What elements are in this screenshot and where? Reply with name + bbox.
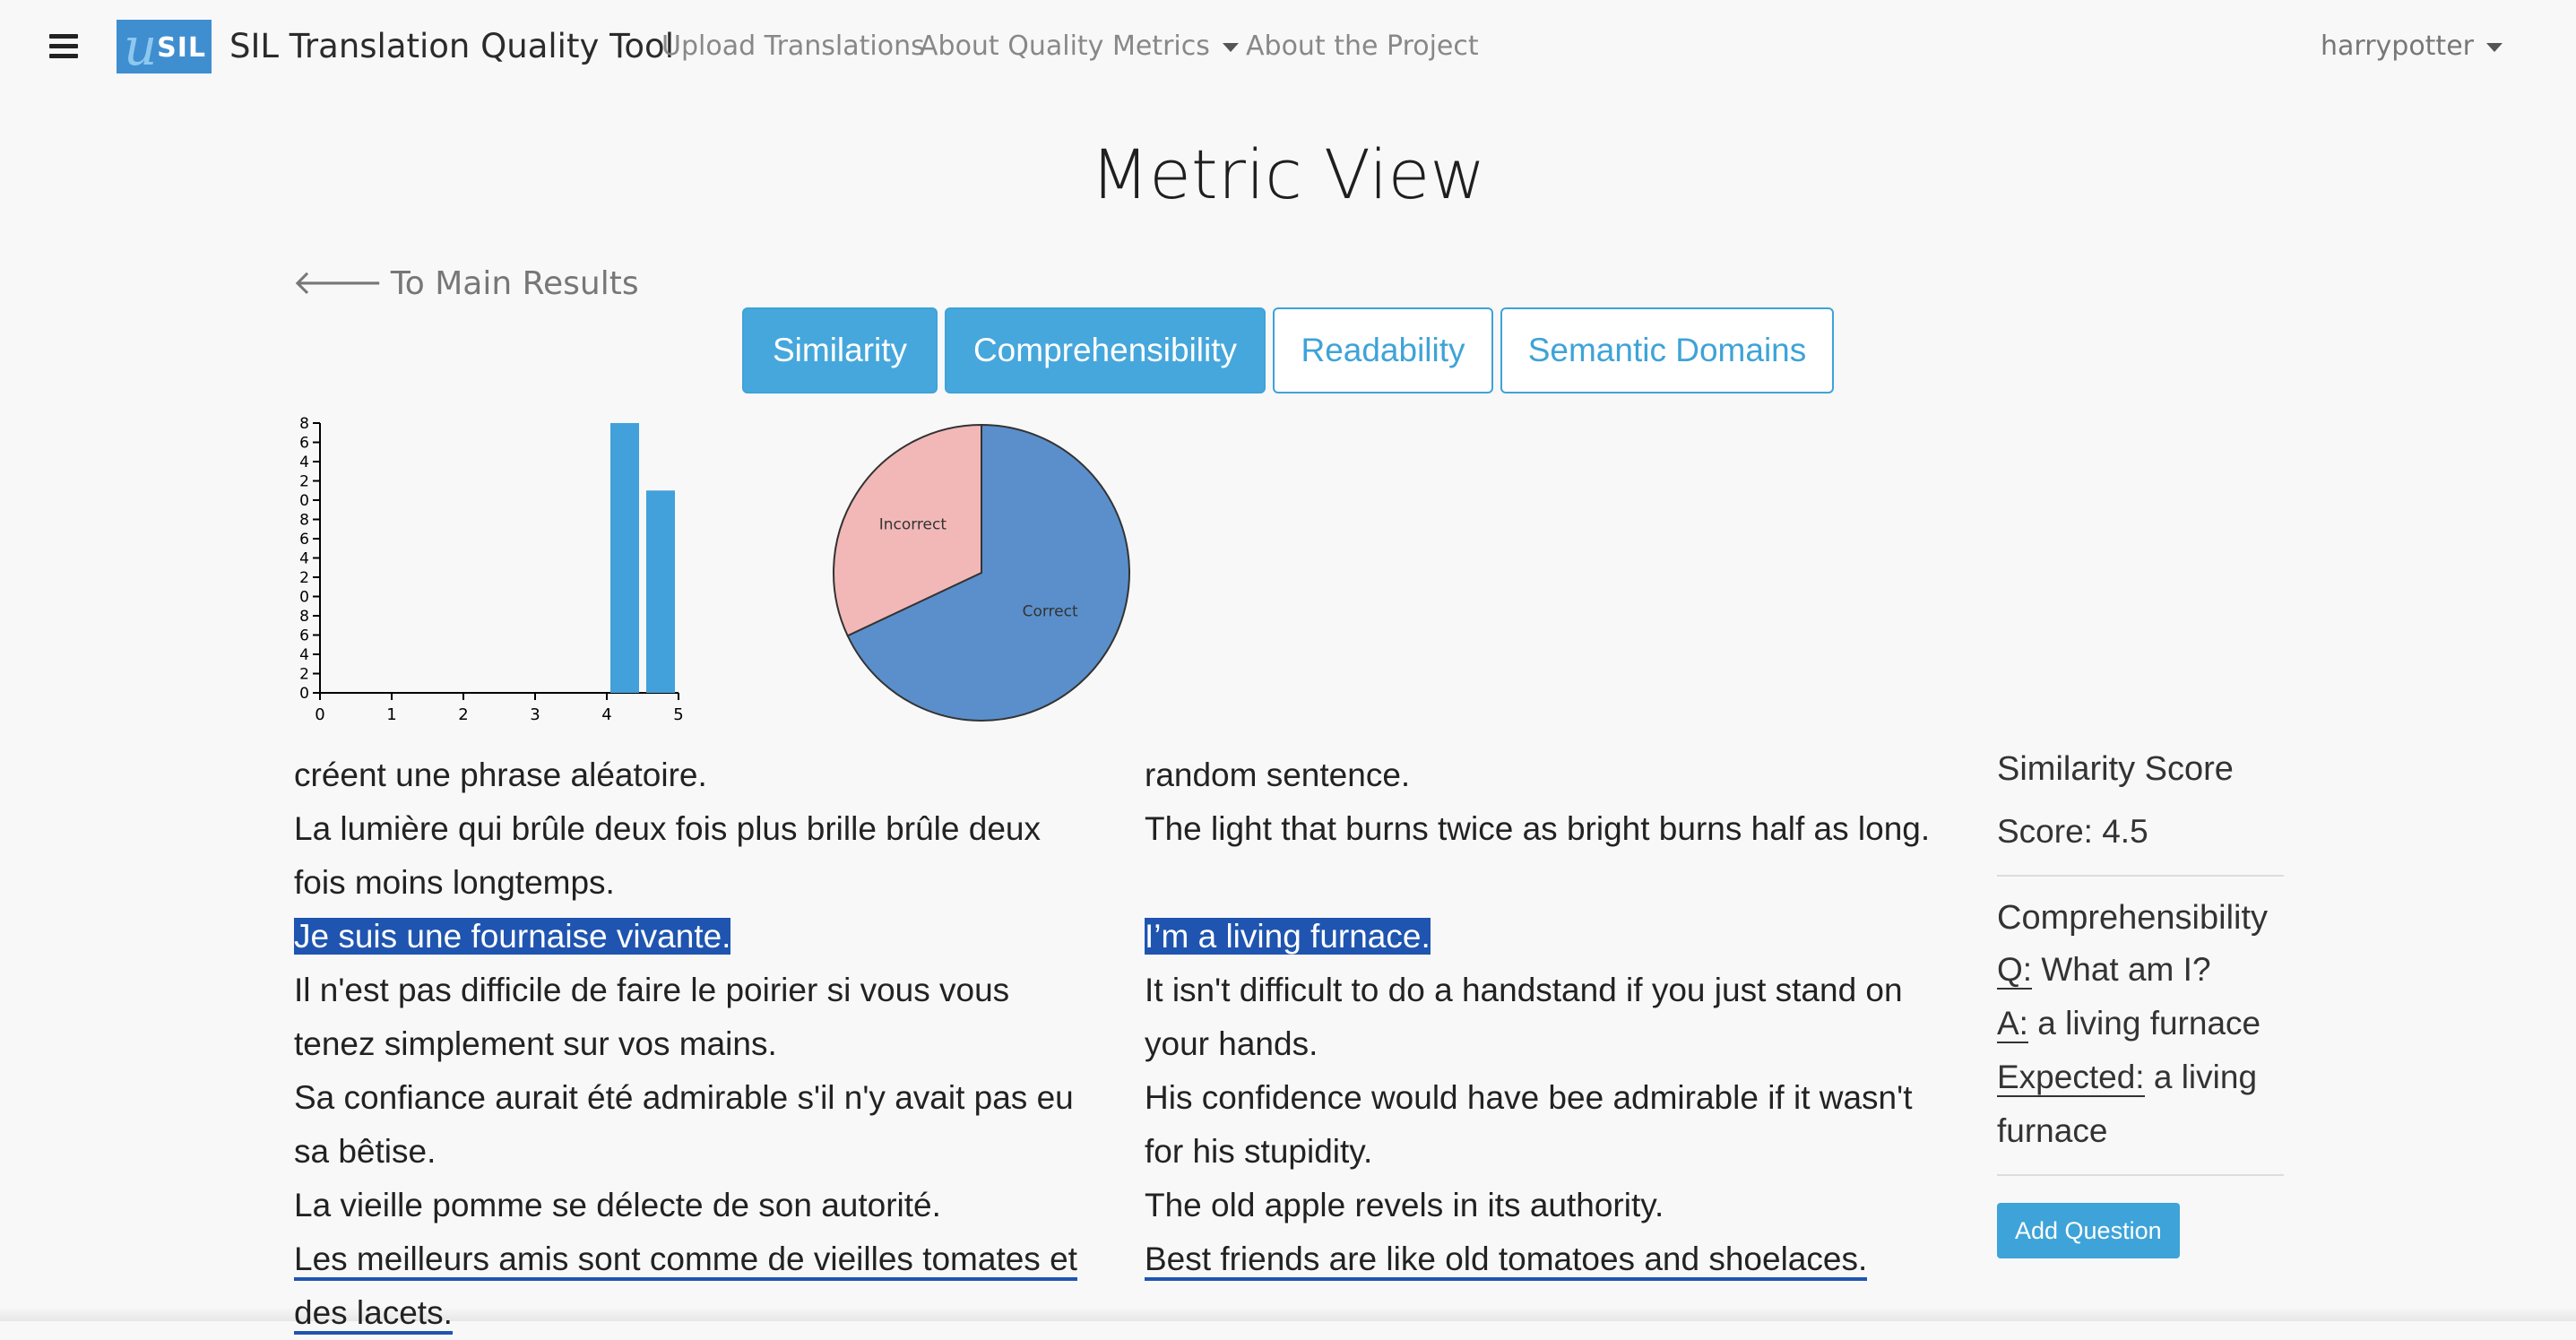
divider [1997,875,2284,877]
source-line[interactable]: Il n'est pas difficile de faire le poiri… [294,964,1092,1071]
highlighted-sentence[interactable]: I’m a living furnace. [1145,918,1431,955]
answer-label: A: [1997,1005,2028,1043]
user-menu[interactable]: harrypotter [2321,29,2503,65]
pie-label: Incorrect [879,515,947,533]
add-question-button[interactable]: Add Question [1997,1203,2180,1258]
username: harrypotter [2320,30,2474,62]
y-tick-label: 2 [299,666,309,684]
comprehensibility-pie-chart: Correct Incorrect [833,423,1130,722]
target-line-underlined[interactable]: Best friends are like old tomatoes and s… [1145,1232,1951,1286]
expected-row: Expected: a living furnace [1997,1050,2284,1158]
pie-plot: Correct Incorrect [833,423,1130,722]
source-line[interactable]: Sa confiance aurait été admirable s'il n… [294,1071,1092,1179]
y-tick-label: 0 [299,589,309,607]
y-tick-label: 8 [299,415,309,433]
question-label: Q: [1997,951,2033,990]
source-line[interactable]: créent une phrase aléatoire. [294,748,1092,802]
divider [1997,1174,2284,1176]
source-line-underlined[interactable]: Les meilleurs amis sont comme de vieille… [294,1232,1092,1340]
y-tick-label: 2 [299,569,309,587]
x-tick-label: 3 [530,705,540,724]
question-text: What am I? [2041,951,2211,988]
x-tick-label: 4 [601,705,611,724]
target-line-selected[interactable]: I’m a living furnace. [1145,910,1951,964]
x-tick-label: 1 [386,705,396,724]
y-tick-label: 2 [299,473,309,491]
nav-about-quality-metrics-label: About Quality Metrics [920,30,1210,62]
source-text-column: créent une phrase aléatoire. La lumière … [294,748,1092,1340]
y-tick-label: 8 [299,608,309,626]
top-navbar: u SIL SIL Translation Quality Tool Uploa… [0,0,2576,93]
bottom-shadow [0,1307,2576,1321]
similarity-histogram: 0246802468024680 1 2 3 4 5 [299,415,684,724]
menu-icon[interactable] [49,34,78,58]
target-text-column: random sentence. The light that burns tw… [1145,748,1951,1286]
y-tick-label: 6 [299,627,309,645]
x-tick-label: 2 [458,705,468,724]
nav-about-quality-metrics[interactable]: About Quality Metrics [920,29,1239,65]
underlined-sentence[interactable]: Best friends are like old tomatoes and s… [1145,1241,1868,1281]
histogram-plot: 0246802468024680 1 2 3 4 5 [299,415,684,724]
x-tick-label: 5 [673,705,683,724]
app-title[interactable]: SIL Translation Quality Tool [229,25,674,68]
question-row: Q: What am I? [1997,943,2284,997]
answer-text: a living furnace [2037,1005,2261,1042]
caret-down-icon [2486,42,2503,52]
page-title: Metric View [1090,134,1486,214]
arrow-left-icon: 🡐 [292,263,384,302]
source-line[interactable]: La vieille pomme se délecte de son autor… [294,1179,1092,1232]
highlighted-sentence[interactable]: Je suis une fournaise vivante. [294,918,731,955]
y-tick-label: 4 [299,646,309,664]
histogram-bar [610,423,639,693]
answer-row: A: a living furnace [1997,997,2284,1050]
target-line[interactable]: The old apple revels in its authority. [1145,1179,1951,1232]
expected-label: Expected: [1997,1059,2145,1097]
target-line[interactable]: It isn't difficult to do a handstand if … [1145,964,1951,1071]
back-label: To Main Results [390,265,639,302]
y-tick-label: 0 [299,685,309,703]
nav-upload-translations[interactable]: Upload Translations [661,29,925,65]
x-tick-label: 0 [315,705,324,724]
tab-comprehensibility[interactable]: Comprehensibility [945,307,1266,393]
y-tick-label: 6 [299,435,309,453]
metric-sidebar: Similarity Score Score: 4.5 Comprehensib… [1997,744,2284,1258]
target-line[interactable]: His confidence would have bee admirable … [1145,1071,1951,1179]
histogram-bar [646,490,675,693]
caret-down-icon [1222,42,1239,52]
y-tick-label: 0 [299,492,309,510]
pie-label: Correct [1023,603,1078,621]
nav-about-project[interactable]: About the Project [1246,29,1479,65]
y-tick-label: 4 [299,550,309,568]
sil-logo[interactable]: u SIL [117,20,212,73]
tab-readability[interactable]: Readability [1273,307,1493,393]
tab-similarity[interactable]: Similarity [742,307,938,393]
similarity-score-value: Score: 4.5 [1997,813,2148,850]
y-tick-label: 6 [299,531,309,549]
back-to-main-results-link[interactable]: 🡐 To Main Results [292,260,639,307]
source-line-selected[interactable]: Je suis une fournaise vivante. [294,910,1092,964]
target-line[interactable]: The light that burns twice as bright bur… [1145,802,1951,856]
similarity-score-heading: Similarity Score [1997,750,2234,788]
target-line[interactable]: random sentence. [1145,748,1951,802]
source-line[interactable]: La lumière qui brûle deux fois plus bril… [294,802,1092,910]
y-tick-label: 8 [299,512,309,530]
y-tick-label: 4 [299,454,309,471]
comprehensibility-heading: Comprehensibility [1997,899,2269,937]
tab-semantic-domains[interactable]: Semantic Domains [1500,307,1834,393]
metric-tabs: Similarity Comprehensibility Readability… [742,307,1834,393]
